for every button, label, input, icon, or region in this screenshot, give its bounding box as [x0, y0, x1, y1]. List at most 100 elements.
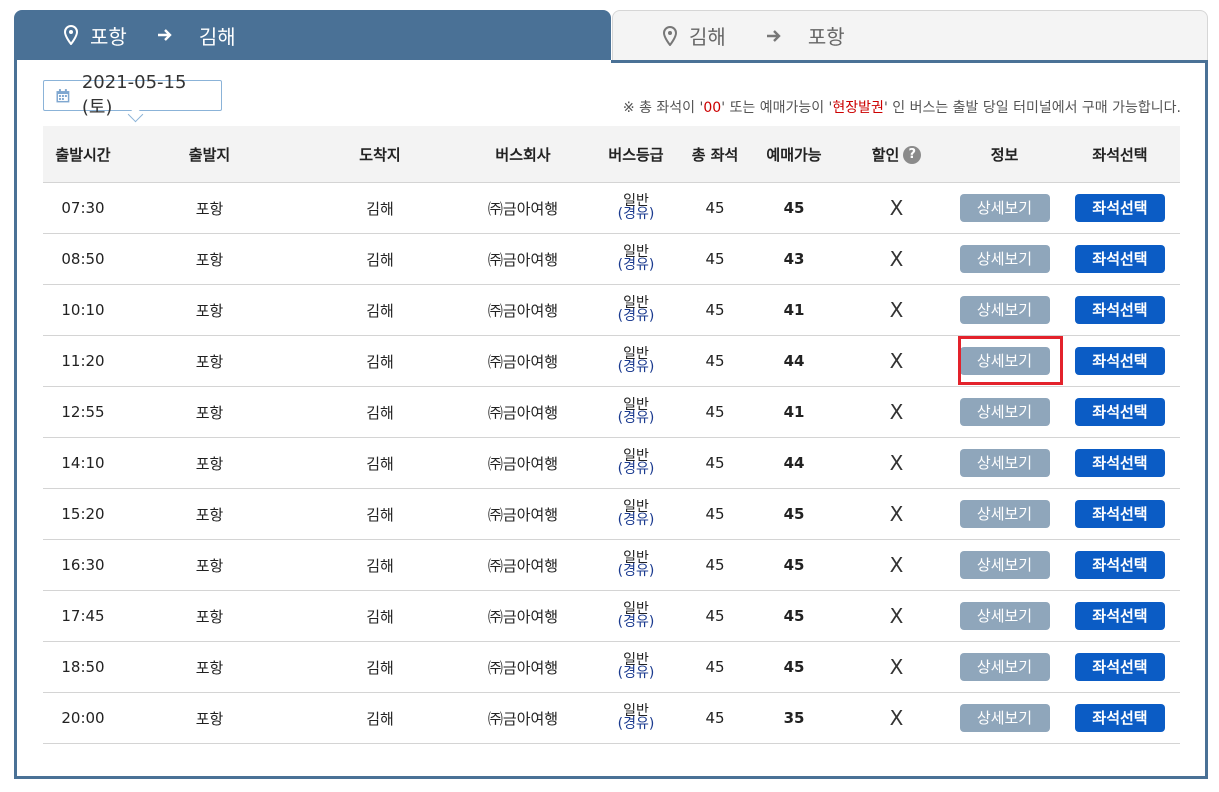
- seat-cell: 좌석선택: [1064, 653, 1176, 681]
- info-cell: 상세보기: [945, 704, 1064, 732]
- location-pin-icon: [663, 25, 677, 46]
- departure-time: 16:30: [61, 556, 105, 574]
- departure-time: 07:30: [61, 199, 105, 217]
- origin: 포항: [195, 403, 224, 422]
- total-seats: 45: [705, 301, 725, 319]
- detail-button[interactable]: 상세보기: [959, 449, 1050, 477]
- departure-time: 08:50: [61, 250, 105, 268]
- seat-select-button[interactable]: 좌석선택: [1075, 449, 1165, 477]
- destination: 김해: [366, 505, 394, 524]
- origin: 포항: [195, 658, 224, 677]
- seat-select-button[interactable]: 좌석선택: [1075, 704, 1165, 732]
- seat-select-button[interactable]: 좌석선택: [1075, 194, 1165, 222]
- bus-company: ㈜금아여행: [487, 352, 559, 371]
- detail-button[interactable]: 상세보기: [959, 551, 1050, 579]
- available-seats: 43: [783, 250, 805, 268]
- total-seats: 45: [705, 352, 725, 370]
- highlight-box: [958, 336, 1063, 385]
- total-seats: 45: [705, 505, 725, 523]
- detail-button[interactable]: 상세보기: [959, 500, 1050, 528]
- info-cell: 상세보기: [945, 500, 1064, 528]
- detail-button[interactable]: 상세보기: [959, 704, 1050, 732]
- seat-cell: 좌석선택: [1064, 449, 1176, 477]
- discount-mark: X: [889, 502, 904, 526]
- header-seat-select: 좌석선택: [1092, 145, 1148, 164]
- detail-button[interactable]: 상세보기: [959, 602, 1050, 630]
- destination: 김해: [366, 709, 394, 728]
- available-seats: 41: [783, 403, 805, 421]
- date-value: 2021-05-15 (토): [81, 72, 187, 118]
- bus-grade: 일반 (경유): [617, 448, 655, 477]
- seat-select-button[interactable]: 좌석선택: [1075, 296, 1165, 324]
- table-row: 16:30 포항 김해 ㈜금아여행 일반 (경유) 45 45 X 상세보기 좌석선택: [43, 540, 1180, 591]
- available-seats: 44: [783, 352, 805, 370]
- origin: 포항: [195, 199, 224, 218]
- seat-select-button[interactable]: 좌석선택: [1075, 551, 1165, 579]
- destination: 김해: [366, 301, 394, 320]
- departure-time: 17:45: [61, 607, 105, 625]
- discount-mark: X: [889, 400, 904, 424]
- total-seats: 45: [705, 250, 725, 268]
- header-available: 예매가능: [766, 145, 822, 164]
- bus-grade: 일반 (경유): [617, 499, 655, 528]
- header-bus-company: 버스회사: [495, 145, 551, 164]
- bus-grade: 일반 (경유): [617, 346, 655, 375]
- bus-company: ㈜금아여행: [487, 454, 559, 473]
- seat-cell: 좌석선택: [1064, 551, 1176, 579]
- departure-time: 10:10: [61, 301, 105, 319]
- bus-schedule-table: 출발시간 출발지 도착지 버스회사 버스등급 총 좌석 예매가능 할인? 정보 …: [43, 126, 1180, 744]
- bus-grade: 일반 (경유): [617, 550, 655, 579]
- departure-time: 11:20: [61, 352, 105, 370]
- discount-mark: X: [889, 298, 904, 322]
- seat-cell: 좌석선택: [1064, 347, 1176, 375]
- arrow-right-icon: [157, 29, 172, 41]
- seat-select-button[interactable]: 좌석선택: [1075, 245, 1165, 273]
- info-cell: 상세보기: [945, 653, 1064, 681]
- detail-button[interactable]: 상세보기: [959, 245, 1050, 273]
- tab-destination: 김해: [198, 24, 236, 49]
- arrow-right-icon: [766, 29, 781, 42]
- panel-border: [611, 60, 1208, 63]
- seat-cell: 좌석선택: [1064, 194, 1176, 222]
- destination: 김해: [366, 352, 394, 371]
- table-body: 07:30 포항 김해 ㈜금아여행 일반 (경유) 45 45 X 상세보기 좌석선택 08:50 포항…: [43, 183, 1180, 744]
- info-cell: 상세보기: [945, 398, 1064, 426]
- seat-select-button[interactable]: 좌석선택: [1075, 602, 1165, 630]
- discount-mark: X: [889, 655, 904, 679]
- seat-select-button[interactable]: 좌석선택: [1075, 398, 1165, 426]
- total-seats: 45: [705, 556, 725, 574]
- discount-mark: X: [889, 196, 904, 220]
- table-row: 08:50 포항 김해 ㈜금아여행 일반 (경유) 45 43 X 상세보기 좌석선택: [43, 234, 1180, 285]
- bus-company: ㈜금아여행: [487, 301, 559, 320]
- booking-notice: ※ 총 좌석이 '00' 또는 예매가능이 '현장발권' 인 버스는 출발 당일…: [622, 100, 1181, 116]
- tab-origin: 김해: [689, 25, 726, 49]
- detail-button[interactable]: 상세보기: [959, 296, 1050, 324]
- detail-button[interactable]: 상세보기: [959, 194, 1050, 222]
- destination: 김해: [366, 556, 394, 575]
- available-seats: 35: [783, 709, 805, 727]
- seat-cell: 좌석선택: [1064, 296, 1176, 324]
- table-row: 17:45 포항 김해 ㈜금아여행 일반 (경유) 45 45 X 상세보기 좌석선택: [43, 591, 1180, 642]
- header-total-seats: 총 좌석: [691, 145, 739, 164]
- bus-grade: 일반 (경유): [617, 601, 655, 630]
- total-seats: 45: [705, 709, 725, 727]
- calendar-icon: [56, 88, 70, 102]
- seat-select-button[interactable]: 좌석선택: [1075, 347, 1165, 375]
- origin: 포항: [195, 250, 224, 269]
- available-seats: 44: [783, 454, 805, 472]
- header-discount: 할인?: [848, 144, 945, 165]
- tab-pohang-to-gimhae[interactable]: 포항 김해: [14, 10, 611, 60]
- seat-select-button[interactable]: 좌석선택: [1075, 653, 1165, 681]
- bus-grade: 일반 (경유): [617, 652, 655, 681]
- date-picker[interactable]: 2021-05-15 (토): [43, 72, 222, 118]
- origin: 포항: [195, 556, 224, 575]
- origin: 포항: [195, 301, 224, 320]
- discount-mark: X: [889, 247, 904, 271]
- tab-gimhae-to-pohang[interactable]: 김해 포항: [612, 10, 1208, 60]
- available-seats: 45: [783, 199, 805, 217]
- detail-button[interactable]: 상세보기: [959, 653, 1050, 681]
- detail-button[interactable]: 상세보기: [959, 398, 1050, 426]
- seat-cell: 좌석선택: [1064, 500, 1176, 528]
- help-icon[interactable]: ?: [903, 146, 922, 164]
- seat-select-button[interactable]: 좌석선택: [1075, 500, 1165, 528]
